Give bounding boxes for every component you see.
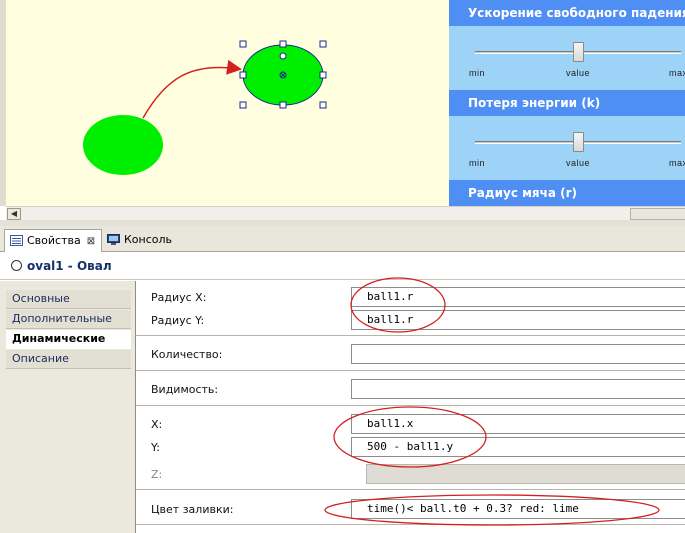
separator — [136, 405, 685, 406]
x-label: X: — [151, 418, 163, 431]
close-tab-icon[interactable]: ⊠ — [87, 236, 95, 247]
fill-color-field[interactable]: time()< ball.t0 + 0.3? red: lime — [351, 499, 685, 519]
energy-min-label: min — [469, 158, 486, 168]
property-categories: Основные Дополнительные Динамические Опи… — [0, 281, 136, 533]
nav-item-description[interactable]: Описание — [6, 350, 131, 369]
energy-slider-thumb[interactable] — [573, 132, 584, 152]
separator — [136, 335, 685, 336]
section-gravity-title: Ускорение свободного падения (g) — [449, 0, 685, 46]
radius-y-field[interactable]: ball1.r — [351, 310, 685, 330]
gravity-max-label: max — [669, 68, 685, 78]
parameters-panel: Ускорение свободного падения (g) min val… — [449, 0, 685, 206]
nav-item-additional[interactable]: Дополнительные — [6, 310, 131, 329]
section-energy-body: min value max — [449, 116, 685, 180]
canvas-horizontal-scrollbar[interactable]: ◀ — [6, 206, 685, 220]
tab-properties-label: Свойства — [27, 234, 81, 247]
count-field[interactable] — [351, 344, 685, 364]
count-label: Количество: — [151, 348, 223, 361]
fill-color-label: Цвет заливки: — [151, 503, 234, 516]
energy-max-label: max — [669, 158, 685, 168]
rotation-handle[interactable] — [279, 52, 287, 60]
tab-console-label: Консоль — [124, 233, 173, 246]
x-field[interactable]: ball1.x — [351, 414, 685, 434]
console-icon — [107, 234, 120, 245]
nav-item-dynamic[interactable]: Динамические — [6, 330, 131, 349]
object-title-bar: oval1 - Овал — [0, 252, 685, 280]
section-energy-title: Потеря энергии (k) — [449, 90, 685, 116]
separator — [136, 489, 685, 490]
oval-icon — [11, 260, 22, 271]
properties-icon — [10, 235, 23, 246]
z-label: Z: — [151, 468, 163, 481]
tab-console[interactable]: Консоль — [102, 229, 178, 252]
z-field — [366, 464, 685, 484]
gravity-value-label: value — [566, 68, 591, 78]
properties-grid: Радиус X: ball1.r Радиус Y: ball1.r Коли… — [136, 281, 685, 533]
radius-x-label: Радиус X: — [151, 291, 207, 304]
canvas-scene — [83, 40, 327, 175]
scrollbar-thumb[interactable] — [630, 208, 685, 220]
visibility-label: Видимость: — [151, 383, 219, 396]
radius-x-field[interactable]: ball1.r — [351, 287, 685, 307]
section-radius-title: Радиус мяча (r) — [449, 180, 685, 206]
nav-item-basic[interactable]: Основные — [6, 290, 131, 309]
visibility-field[interactable] — [351, 379, 685, 399]
energy-value-label: value — [566, 158, 591, 168]
section-gravity-body: min value max — [449, 26, 685, 90]
object-title: oval1 - Овал — [27, 259, 112, 273]
gravity-slider-thumb[interactable] — [573, 42, 584, 62]
y-field[interactable]: 500 - ball1.y — [351, 437, 685, 457]
y-label: Y: — [151, 441, 160, 454]
ball-origin[interactable] — [83, 115, 163, 175]
motion-arrow — [142, 59, 242, 119]
tab-properties[interactable]: Свойства ⊠ — [4, 229, 103, 252]
scroll-left-arrow-icon[interactable]: ◀ — [7, 208, 21, 220]
design-canvas[interactable]: Ускорение свободного падения (g) min val… — [0, 0, 685, 206]
view-tabs: Свойства ⊠ Консоль — [0, 226, 685, 252]
radius-y-label: Радиус Y: — [151, 314, 205, 327]
separator — [136, 370, 685, 371]
gravity-min-label: min — [469, 68, 486, 78]
separator — [136, 524, 685, 525]
